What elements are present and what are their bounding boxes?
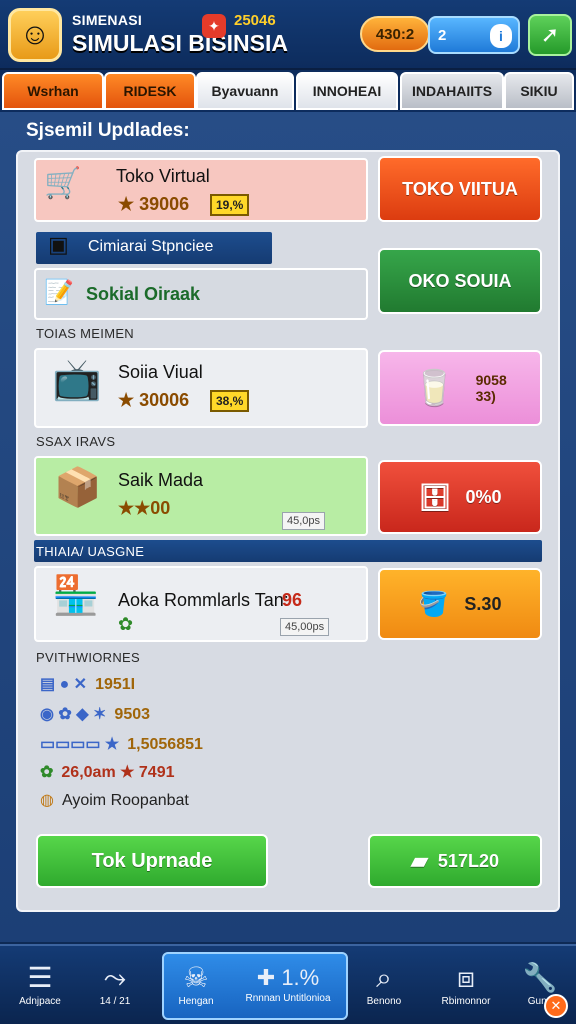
aoka-suffix: 96: [282, 590, 303, 610]
aoka-chip: 45,00ps: [280, 618, 330, 636]
toko-virtual-name: Toko Virtual: [116, 166, 210, 186]
nav-menu-label: Adnjpace: [19, 995, 61, 1007]
sak-chip: 45,0ps: [282, 512, 326, 530]
sotia-tag: 38,%: [210, 390, 250, 412]
sotia-name: Soiia Viual: [118, 362, 203, 382]
store-stall-icon: 🏪: [52, 575, 100, 617]
blue-resource-pill[interactable]: 2 i: [428, 16, 520, 54]
sotia-right-value-2: 33): [475, 388, 496, 404]
tools-icon: ▤ ● ✕: [40, 676, 88, 693]
balance-value: 517L20: [437, 850, 499, 871]
nav-hengan[interactable]: ☠ Hengan: [168, 950, 224, 1020]
subhead-4: PVITHWIORNES: [36, 650, 140, 665]
sak-price: ★★00: [118, 498, 171, 518]
sak-name: Saik Mada: [118, 470, 204, 490]
green-box-icon: ▣: [48, 232, 69, 257]
sak-button[interactable]: 🗄 0%0: [378, 460, 542, 534]
balance-button[interactable]: ▰ 517L20: [368, 834, 542, 888]
coins-counter[interactable]: 430:2: [360, 16, 430, 52]
close-icon[interactable]: ✕: [544, 994, 568, 1018]
plus-icon: ✚ 1.%: [256, 964, 320, 990]
top-bar: ☺ SIMENASI SIMULASI BISINSIA ✦ 25046 430…: [0, 0, 576, 70]
nav-hengan-label: Hengan: [178, 995, 214, 1007]
tab-innoheai[interactable]: INNOHEAI: [296, 72, 398, 110]
list-item-3-value: 1,5056851: [127, 736, 203, 753]
list-item-1-value: 1951I: [95, 676, 136, 693]
cabinet-icon: 🗄: [418, 481, 452, 512]
skull-icon: ☠: [183, 961, 209, 993]
nav-crate[interactable]: ⧈ Rbimonnor: [430, 950, 502, 1020]
notepad-icon: 📝: [44, 279, 74, 306]
wrench-icon: 🔧: [522, 961, 558, 993]
list-item-3: ▭▭▭▭ ★ 1,5056851: [40, 734, 203, 754]
machine-icon: 📺: [52, 358, 102, 402]
nav-menu[interactable]: ☰ Adnjpace: [8, 950, 72, 1020]
nav-crate-label: Rbimonnor: [441, 995, 491, 1007]
coins-value: 430:2: [375, 25, 415, 43]
section-title: Sjsemil Updlades:: [26, 120, 190, 141]
subhead-1: TOIAS MEIMEN: [36, 326, 134, 341]
tab-byavuann[interactable]: Byavuann: [196, 72, 294, 110]
tab-bar: Wsrhan RIDESK Byavuann INNOHEAI INDAHAII…: [0, 70, 576, 112]
score-value: 25046: [234, 12, 276, 29]
sotia-price: ★ 30006: [118, 390, 190, 410]
category-strip-label: Cimiarai Stpnciee: [88, 238, 214, 255]
nav-share-label: 14 / 21: [99, 995, 131, 1007]
list-item-4: ✿ 26,0am ★ 7491: [40, 762, 175, 782]
star-leaf-icon: ✿: [40, 764, 54, 781]
nav-untitled-value: 1.%: [281, 964, 320, 990]
nav-share[interactable]: ⤳ 14 / 21: [80, 950, 150, 1020]
gems-icon: ◉ ✿ ◆ ✶: [40, 706, 107, 723]
subhead-2: SSAX IRAVS: [36, 434, 116, 449]
tab-ridesk[interactable]: RIDESK: [104, 72, 196, 110]
search-icon: ⌕: [376, 961, 392, 993]
aoka-button[interactable]: 🪣 S.30: [378, 568, 542, 640]
blue-resource-value: 2: [438, 26, 447, 44]
leaf-icon: ✿: [118, 614, 134, 634]
nav-untitled[interactable]: ✚ 1.% Rnnnan Untitlonioa: [232, 950, 344, 1020]
list-item-5: ◍ Ayoim Roopanbat: [40, 790, 189, 810]
toko-virtual-price: ★ 39006: [118, 194, 190, 214]
nav-untitled-label: Rnnnan Untitlonioa: [245, 992, 331, 1004]
app-title: SIMULASI BISINSIA: [72, 30, 288, 56]
player-avatar[interactable]: ☺: [8, 8, 62, 62]
sotia-right-value-1: 9058: [475, 372, 507, 388]
toko-virtual-button[interactable]: TOKO VIITUA: [378, 156, 542, 222]
share-icon: ⤳: [103, 961, 127, 993]
subhead-3: THIAIA/ UASGNE: [36, 544, 145, 559]
bread-icon: ◍: [40, 792, 54, 809]
nav-search[interactable]: ⌕ Benono: [352, 950, 416, 1020]
list-item-5-value: Ayoim Roopanbat: [61, 792, 189, 809]
shop-crate-icon: 🛒: [44, 167, 82, 200]
bucket-icon: 🪣: [418, 590, 449, 618]
tok-upgrade-button[interactable]: Tok Uprnade: [36, 834, 268, 888]
plank-icon: ▭▭▭▭ ★: [40, 736, 120, 753]
ticket-icon: ▰: [411, 848, 428, 873]
list-item-1: ▤ ● ✕ 1951I: [40, 674, 135, 694]
sosial-button[interactable]: OKO SOUIA: [378, 248, 542, 314]
list-item-4-value: 26,0am ★ 7491: [61, 764, 175, 781]
glass-icon: 🥛: [413, 369, 456, 407]
sosial-name: Sokial Oiraak: [86, 284, 201, 304]
aoka-button-value: S.30: [464, 593, 502, 614]
list-item-2-value: 9503: [114, 706, 151, 723]
crate-icon: ⧈: [457, 961, 475, 993]
sak-button-value: 0%0: [465, 486, 502, 507]
nav-search-label: Benono: [366, 995, 402, 1007]
toko-virtual-tag: 19,%: [210, 194, 250, 216]
tab-sikiu[interactable]: SIKIU: [504, 72, 574, 110]
menu-icon: ☰: [27, 961, 53, 993]
sotia-button[interactable]: 🥛 9058 33): [378, 350, 542, 426]
tab-indahaiits[interactable]: INDAHAIITS: [400, 72, 504, 110]
box-icon: 📦: [54, 467, 102, 509]
aoka-name: Aoka Rommlarls Tan:: [118, 590, 289, 610]
info-icon[interactable]: i: [490, 24, 512, 48]
app-subtitle: SIMENASI: [72, 12, 143, 28]
sosial-card: [34, 268, 368, 320]
tab-wsrhan[interactable]: Wsrhan: [2, 72, 104, 110]
gift-icon[interactable]: ✦: [202, 14, 226, 38]
trend-icon[interactable]: ➚: [528, 14, 572, 56]
list-item-2: ◉ ✿ ◆ ✶ 9503: [40, 704, 150, 724]
